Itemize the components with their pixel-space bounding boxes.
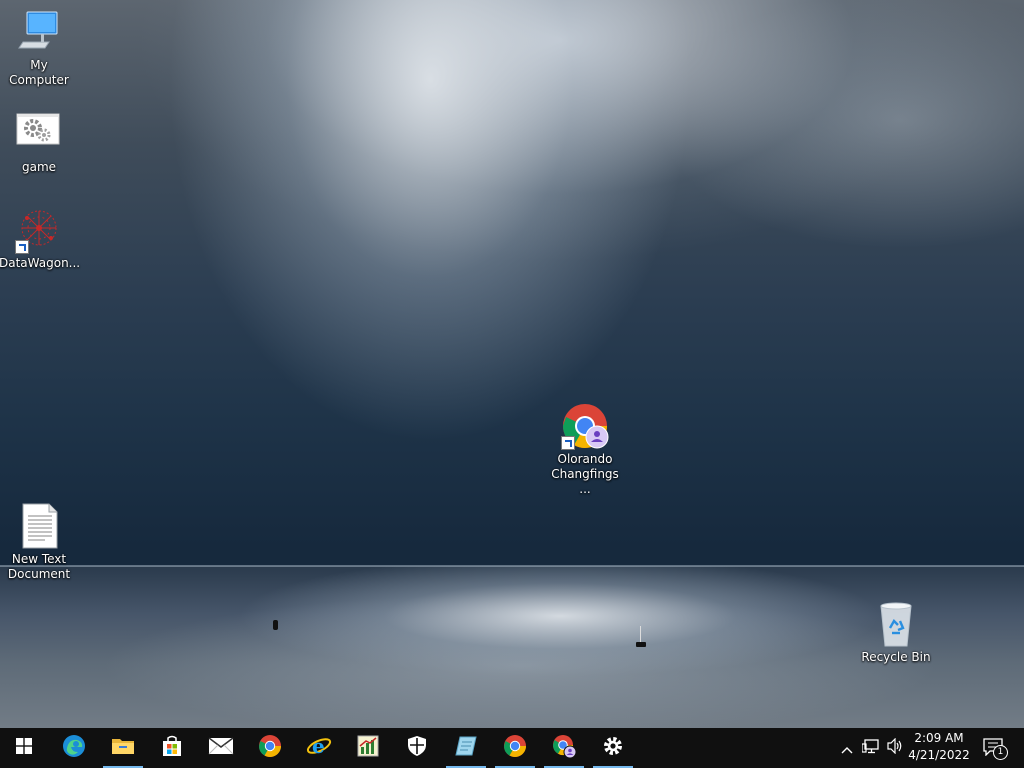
- taskbar-chrome-profile-button[interactable]: [540, 728, 588, 768]
- edge-icon: [62, 734, 86, 762]
- desktop-icon-label: My Computer: [9, 58, 69, 87]
- recycle-bin-icon: [872, 600, 920, 648]
- taskbar-edge-button[interactable]: [50, 728, 98, 768]
- wallpaper-sailboat-mast: [640, 626, 641, 642]
- desktop-icon-recycle-bin[interactable]: Recycle Bin: [856, 600, 936, 665]
- desktop-icon-game[interactable]: game: [0, 110, 79, 175]
- wallpaper-boat: [273, 620, 278, 630]
- store-icon: [160, 734, 184, 762]
- taskbar-chrome-2-button[interactable]: [491, 728, 539, 768]
- wallpaper-horizon: [0, 565, 1024, 567]
- shortcut-arrow-icon: [561, 436, 575, 450]
- taskbar-chrome-button[interactable]: [246, 728, 294, 768]
- desktop-icon-label: DataWagon...: [0, 256, 81, 270]
- datawagon-icon: [15, 206, 63, 254]
- taskbar-clock[interactable]: 2:09 AM 4/21/2022: [906, 730, 972, 766]
- desktop-icon-datawagon[interactable]: DataWagon...: [0, 206, 81, 271]
- windows-logo-icon: [16, 738, 32, 758]
- chrome-profile-icon: [551, 733, 577, 763]
- start-button[interactable]: [0, 728, 48, 768]
- taskbar-chart-app-button[interactable]: [344, 728, 392, 768]
- desktop-icon-olorando-changfings[interactable]: Olorando Changfings ...: [545, 402, 625, 497]
- gear-icon: [602, 735, 624, 761]
- shield-icon: [407, 735, 427, 761]
- chart-app-icon: [356, 734, 380, 762]
- desktop-icon-my-computer[interactable]: My Computer: [0, 8, 79, 88]
- clock-time: 2:09 AM: [914, 731, 964, 745]
- ie-icon: e: [306, 733, 332, 763]
- tray-network-button[interactable]: [860, 728, 882, 768]
- taskbar-mail-button[interactable]: [197, 728, 245, 768]
- desktop-icon-label: Olorando Changfings ...: [551, 452, 619, 496]
- text-document-icon: [15, 502, 63, 550]
- shortcut-arrow-icon: [15, 240, 29, 254]
- chrome-icon: [258, 734, 282, 762]
- action-center-button[interactable]: 1: [976, 728, 1012, 768]
- desktop-icon-label: Recycle Bin: [861, 650, 931, 664]
- folder-icon: [111, 734, 135, 762]
- notification-count-badge: 1: [993, 745, 1008, 760]
- speaker-icon: [886, 737, 904, 758]
- desktop-icon-new-text-document[interactable]: New Text Document: [0, 502, 79, 582]
- desktop-icon-label: New Text Document: [7, 552, 71, 581]
- notification-icon: 1: [983, 738, 1008, 760]
- computer-icon: [15, 8, 63, 56]
- taskbar-notepad-button[interactable]: [442, 728, 490, 768]
- clock-date: 4/21/2022: [908, 748, 970, 762]
- tray-volume-button[interactable]: [884, 728, 906, 768]
- taskbar-store-button[interactable]: [148, 728, 196, 768]
- taskbar-settings-button[interactable]: [589, 728, 637, 768]
- chrome-icon: [503, 734, 527, 762]
- gears-icon: [15, 110, 63, 158]
- notepad-icon: [454, 734, 478, 762]
- taskbar-ie-button[interactable]: e: [295, 728, 343, 768]
- taskbar: e 2:09 AM 4/21/2022 1: [0, 728, 1024, 768]
- taskbar-file-explorer-button[interactable]: [99, 728, 147, 768]
- chrome-profile-icon: [561, 402, 609, 450]
- wallpaper-sailboat: [636, 642, 646, 647]
- mail-icon: [208, 736, 234, 760]
- chevron-up-icon: [841, 739, 853, 758]
- desktop-icon-label: game: [21, 160, 57, 174]
- tray-overflow-button[interactable]: [838, 728, 856, 768]
- svg-text:e: e: [312, 734, 325, 758]
- taskbar-security-button[interactable]: [393, 728, 441, 768]
- network-icon: [861, 738, 880, 758]
